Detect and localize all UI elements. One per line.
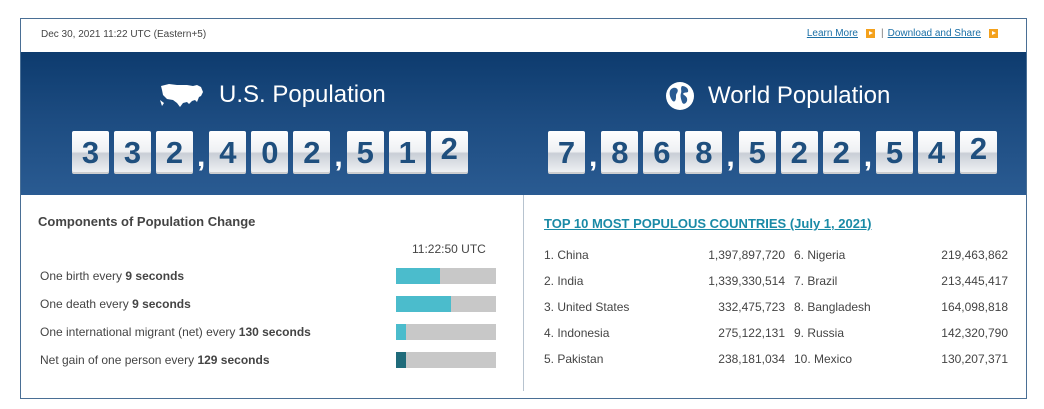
migrant-row: One international migrant (net) every 13…: [40, 324, 500, 341]
world-counter-digit: 8: [685, 131, 723, 174]
country-population: 213,445,417: [941, 274, 1008, 288]
net-gain-text: Net gain of one person every 129 seconds: [40, 353, 270, 367]
migrant-rate: 130 seconds: [238, 325, 311, 339]
country-name: 1. China: [544, 248, 589, 262]
population-banner: U.S. Population 332,402,512 World Popula…: [21, 52, 1026, 195]
us-counter-digit: 5: [346, 131, 384, 174]
world-counter-digit: 7: [548, 131, 585, 174]
download-share-link[interactable]: Download and Share: [888, 28, 981, 39]
world-counter-comma: ,: [863, 140, 873, 173]
us-counter-comma: ,: [197, 140, 206, 173]
country-name: 8. Bangladesh: [794, 300, 871, 314]
world-counter-digit: 2: [822, 131, 860, 174]
birth-text: One birth every 9 seconds: [40, 269, 185, 283]
migrant-progress-bar: [396, 324, 496, 340]
birth-progress-bar: [396, 268, 496, 284]
timestamp: Dec 30, 2021 11:22 UTC (Eastern+5): [41, 29, 207, 40]
world-population-label: World Population: [708, 82, 891, 109]
country-population: 238,181,034: [718, 352, 785, 366]
us-counter-digit: 1: [388, 131, 426, 174]
us-counter-digit: 3: [114, 131, 151, 174]
country-name: 10. Mexico: [794, 352, 853, 366]
net-gain-row: Net gain of one person every 129 seconds: [40, 352, 500, 369]
net-gain-progress-bar: [396, 352, 496, 368]
death-row: One death every 9 seconds: [40, 296, 500, 313]
world-counter-digit: 4: [918, 131, 956, 174]
migrant-text: One international migrant (net) every 13…: [40, 325, 311, 339]
us-counter-digit: 0: [251, 131, 289, 174]
progress-fill: [396, 324, 406, 340]
globe-icon: [666, 82, 694, 110]
progress-fill: [396, 296, 451, 312]
country-name: 4. Indonesia: [544, 326, 610, 340]
country-row: 10. Mexico 130,207,371: [794, 352, 1008, 368]
us-counter-comma: ,: [334, 140, 343, 173]
country-population: 130,207,371: [941, 352, 1008, 366]
top-links: Learn More | Download and Share: [807, 28, 1004, 39]
progress-fill: [396, 268, 440, 284]
top-countries-link[interactable]: TOP 10 MOST POPULOUS COUNTRIES (July 1, …: [544, 216, 872, 231]
country-population: 219,463,862: [941, 248, 1008, 262]
us-counter-digit: 3: [72, 131, 109, 174]
world-counter-digit: 5: [876, 131, 914, 174]
top-bar: Dec 30, 2021 11:22 UTC (Eastern+5) Learn…: [21, 19, 1026, 52]
world-counter-digit: 5: [738, 131, 776, 174]
us-counter-digit: 4: [209, 131, 247, 174]
arrow-right-icon: [865, 29, 875, 38]
country-row: 1. China 1,397,897,720: [544, 248, 785, 264]
country-row: 3. United States 332,475,723: [544, 300, 785, 316]
us-counter-digit: 2: [293, 131, 331, 174]
world-counter-comma: ,: [726, 140, 735, 173]
us-population-counter: 332,402,512: [72, 131, 473, 174]
learn-more-link[interactable]: Learn More: [807, 28, 858, 39]
country-population: 275,122,131: [718, 326, 785, 340]
us-counter-digit: 2: [156, 131, 193, 174]
top-countries-panel: TOP 10 MOST POPULOUS COUNTRIES (July 1, …: [524, 195, 1026, 398]
country-row: 6. Nigeria 219,463,862: [794, 248, 1008, 264]
country-name: 3. United States: [544, 300, 630, 314]
progress-fill: [396, 352, 406, 368]
us-map-icon: [160, 84, 203, 107]
country-row: 4. Indonesia 275,122,131: [544, 326, 785, 342]
population-clock-widget: Dec 30, 2021 11:22 UTC (Eastern+5) Learn…: [20, 18, 1027, 399]
country-row: 9. Russia 142,320,790: [794, 326, 1008, 342]
country-population: 1,339,330,514: [708, 274, 785, 288]
arrow-right-icon: [989, 29, 998, 38]
country-name: 7. Brazil: [794, 274, 838, 288]
world-counter-digit: 8: [601, 131, 639, 174]
country-name: 6. Nigeria: [794, 248, 846, 262]
country-row: 5. Pakistan 238,181,034: [544, 352, 785, 368]
death-rate: 9 seconds: [132, 297, 191, 311]
country-row: 7. Brazil 213,445,417: [794, 274, 1008, 290]
world-counter-digit: 6: [643, 131, 681, 174]
country-name: 5. Pakistan: [544, 352, 604, 366]
us-population-title: U.S. Population: [159, 80, 386, 110]
country-name: 2. India: [544, 274, 584, 288]
net-gain-rate: 129 seconds: [197, 353, 270, 367]
birth-row: One birth every 9 seconds: [40, 268, 500, 285]
death-text: One death every 9 seconds: [40, 297, 191, 311]
components-time: 11:22:50 UTC: [412, 242, 486, 256]
us-population-label: U.S. Population: [219, 81, 386, 108]
components-title: Components of Population Change: [38, 214, 256, 229]
us-counter-digit: 2: [430, 131, 468, 174]
country-population: 1,397,897,720: [708, 248, 785, 262]
world-counter-digit: 2: [780, 131, 818, 174]
country-population: 164,098,818: [941, 300, 1008, 314]
world-counter-comma: ,: [589, 140, 598, 173]
death-progress-bar: [396, 296, 496, 312]
link-separator: |: [880, 28, 884, 39]
country-row: 8. Bangladesh 164,098,818: [794, 300, 1008, 316]
world-population-counter: 7,868,522,542: [548, 131, 1002, 174]
world-population-title: World Population: [664, 80, 890, 112]
country-population: 332,475,723: [718, 300, 785, 314]
country-row: 2. India 1,339,330,514: [544, 274, 785, 290]
world-counter-digit: 2: [960, 131, 998, 174]
components-panel: Components of Population Change 11:22:50…: [21, 195, 523, 398]
birth-rate: 9 seconds: [125, 269, 185, 283]
country-population: 142,320,790: [941, 326, 1008, 340]
country-name: 9. Russia: [794, 326, 845, 340]
